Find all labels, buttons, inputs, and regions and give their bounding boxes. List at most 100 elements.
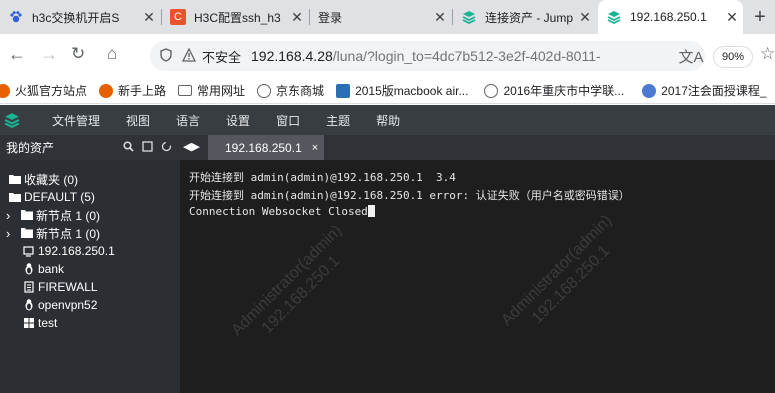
asset-tree: 收藏夹 (0) DEFAULT (5) › 新节点 1 (0) › 新节点 1 …: [0, 160, 180, 393]
menu-help[interactable]: 帮助: [376, 112, 400, 129]
tree-node-asset[interactable]: 192.168.250.1: [22, 242, 115, 260]
folder-icon: [178, 85, 193, 96]
tree-node-label: 192.168.250.1: [38, 244, 115, 258]
bookmark-label: 新手上路: [118, 84, 167, 98]
linux-icon: [22, 263, 35, 275]
linux-icon: [22, 299, 35, 311]
browser-tab-title: h3c交换机开启S: [32, 10, 120, 25]
forward-icon[interactable]: →: [40, 44, 58, 65]
tree-node-folder[interactable]: › 新节点 1 (0): [6, 206, 100, 224]
menu-settings[interactable]: 设置: [226, 112, 250, 129]
browser-tab-title: 192.168.250.1: [630, 10, 707, 24]
home-icon[interactable]: ⌂: [107, 44, 117, 64]
tree-node-favorites[interactable]: 收藏夹 (0): [8, 170, 78, 188]
tab-scroll-arrows-icon[interactable]: ◀▶: [183, 140, 200, 153]
terminal-cursor: [367, 205, 375, 217]
tree-node-asset[interactable]: openvpn52: [22, 296, 97, 314]
url-input[interactable]: 不安全 192.168.4.28/luna/?login_to=4dc7b512…: [150, 41, 705, 71]
doc-icon: [22, 281, 35, 293]
menu-theme[interactable]: 主题: [326, 112, 350, 129]
sync-icon[interactable]: [161, 141, 172, 155]
session-tab[interactable]: 192.168.250.1 ×: [208, 135, 324, 160]
session-tab-label: 192.168.250.1: [225, 140, 302, 155]
bookmark-label: 常用网址: [197, 84, 246, 98]
jumpserver-icon: [461, 9, 477, 25]
cloud-icon: [642, 83, 657, 98]
shield-icon: [160, 47, 172, 65]
bookmark-item[interactable]: 新手上路: [99, 82, 166, 99]
chevron-right-icon[interactable]: ›: [6, 226, 20, 241]
tree-node-asset[interactable]: FIREWALL: [22, 278, 98, 296]
bookmark-item[interactable]: 2016年重庆市中学联...: [484, 82, 624, 99]
bookmark-label: 京东商城: [276, 84, 325, 98]
bookmark-label: 2016年重庆市中学联...: [503, 84, 625, 98]
tree-node-label: bank: [38, 262, 65, 276]
folder-open-icon: [8, 192, 21, 202]
new-tab-button[interactable]: +: [745, 0, 775, 34]
translate-icon[interactable]: 文A: [677, 41, 705, 71]
bookmark-item[interactable]: 2015版macbook air...: [336, 82, 468, 99]
bookmark-item[interactable]: 火狐官方站点: [0, 82, 87, 99]
reload-icon[interactable]: ↻: [71, 44, 85, 64]
site-icon: [336, 83, 351, 98]
star-icon[interactable]: ☆: [760, 44, 775, 64]
close-icon[interactable]: ✕: [574, 9, 596, 26]
bookmark-item[interactable]: 京东商城: [257, 82, 324, 99]
browser-tab-active[interactable]: 192.168.250.1 ✕: [598, 0, 743, 34]
menu-window[interactable]: 窗口: [276, 112, 300, 129]
browser-tab-title: H3C配置ssh_h3: [194, 10, 281, 25]
window-icon[interactable]: [142, 140, 153, 155]
browser-tab-2[interactable]: C H3C配置ssh_h3 ✕: [162, 0, 308, 34]
tree-node-label: DEFAULT (5): [24, 190, 95, 204]
browser-tab-strip: h3c交换机开启S ✕ C H3C配置ssh_h3 ✕ 登录 ✕ 连接资产 - …: [0, 0, 775, 34]
search-icon[interactable]: [123, 140, 134, 155]
browser-tab-title: 登录: [318, 10, 343, 25]
tree-node-label: 新节点 1 (0): [36, 226, 101, 241]
menu-file[interactable]: 文件管理: [52, 112, 100, 129]
server-icon: [22, 245, 35, 257]
bookmark-label: 火狐官方站点: [15, 84, 88, 98]
bookmark-label: 2015版macbook air...: [355, 84, 469, 98]
terminal-line: Connection Websocket Closed: [189, 205, 375, 218]
tree-node-label: FIREWALL: [38, 280, 98, 294]
close-icon[interactable]: ✕: [138, 9, 160, 26]
close-icon[interactable]: ✕: [286, 9, 308, 26]
folder-icon: [20, 228, 33, 238]
tree-node-label: 新节点 1 (0): [36, 208, 101, 223]
back-icon[interactable]: ←: [8, 44, 26, 65]
address-bar-row: ← → ↻ ⌂ 不安全 192.168.4.28/luna/?login_to=…: [0, 34, 775, 78]
browser-tab-3[interactable]: 登录 ✕: [310, 0, 451, 34]
folder-icon: [20, 210, 33, 220]
terminal-area[interactable]: 开始连接到 admin(admin)@192.168.250.1 3.4 开始连…: [180, 160, 775, 393]
menu-language[interactable]: 语言: [176, 112, 200, 129]
bookmarks-bar: 火狐官方站点 新手上路 常用网址 京东商城 2015版macbook air..…: [0, 78, 775, 104]
warning-icon: [181, 47, 197, 65]
close-icon[interactable]: ×: [312, 142, 318, 154]
firefox-icon: [0, 83, 10, 98]
tree-node-label: test: [38, 316, 58, 330]
insecure-label: 不安全: [202, 49, 242, 65]
tree-node-asset[interactable]: test: [22, 314, 57, 332]
bookmark-item[interactable]: 常用网址: [178, 82, 245, 99]
jumpserver-icon: [606, 9, 622, 25]
browser-tab-4[interactable]: 连接资产 - Jump ✕: [453, 0, 596, 34]
close-icon[interactable]: ✕: [429, 9, 451, 26]
windows-icon: [22, 318, 35, 328]
paw-icon: [8, 9, 24, 25]
watermark: Administrator(admin) 192.168.250.1: [498, 211, 631, 344]
terminal-line-text: Connection Websocket Closed: [189, 205, 368, 218]
tree-node-folder[interactable]: › 新节点 1 (0): [6, 224, 100, 242]
zoom-level[interactable]: 90%: [713, 46, 754, 68]
tree-node-asset[interactable]: bank: [22, 260, 64, 278]
tree-node-label: openvpn52: [38, 298, 98, 312]
menu-view[interactable]: 视图: [126, 112, 150, 129]
url-host: 192.168.4.28: [251, 48, 333, 64]
browser-tab-1[interactable]: h3c交换机开启S ✕: [0, 0, 160, 34]
globe-icon: [257, 83, 272, 98]
bookmark-item[interactable]: 2017注会面授课程_: [642, 82, 767, 99]
close-icon[interactable]: ✕: [721, 9, 743, 26]
tree-node-default[interactable]: DEFAULT (5): [8, 188, 95, 206]
firefox-icon: [99, 83, 114, 98]
browser-tab-title: 连接资产 - Jump: [485, 10, 574, 25]
chevron-right-icon[interactable]: ›: [6, 208, 20, 223]
